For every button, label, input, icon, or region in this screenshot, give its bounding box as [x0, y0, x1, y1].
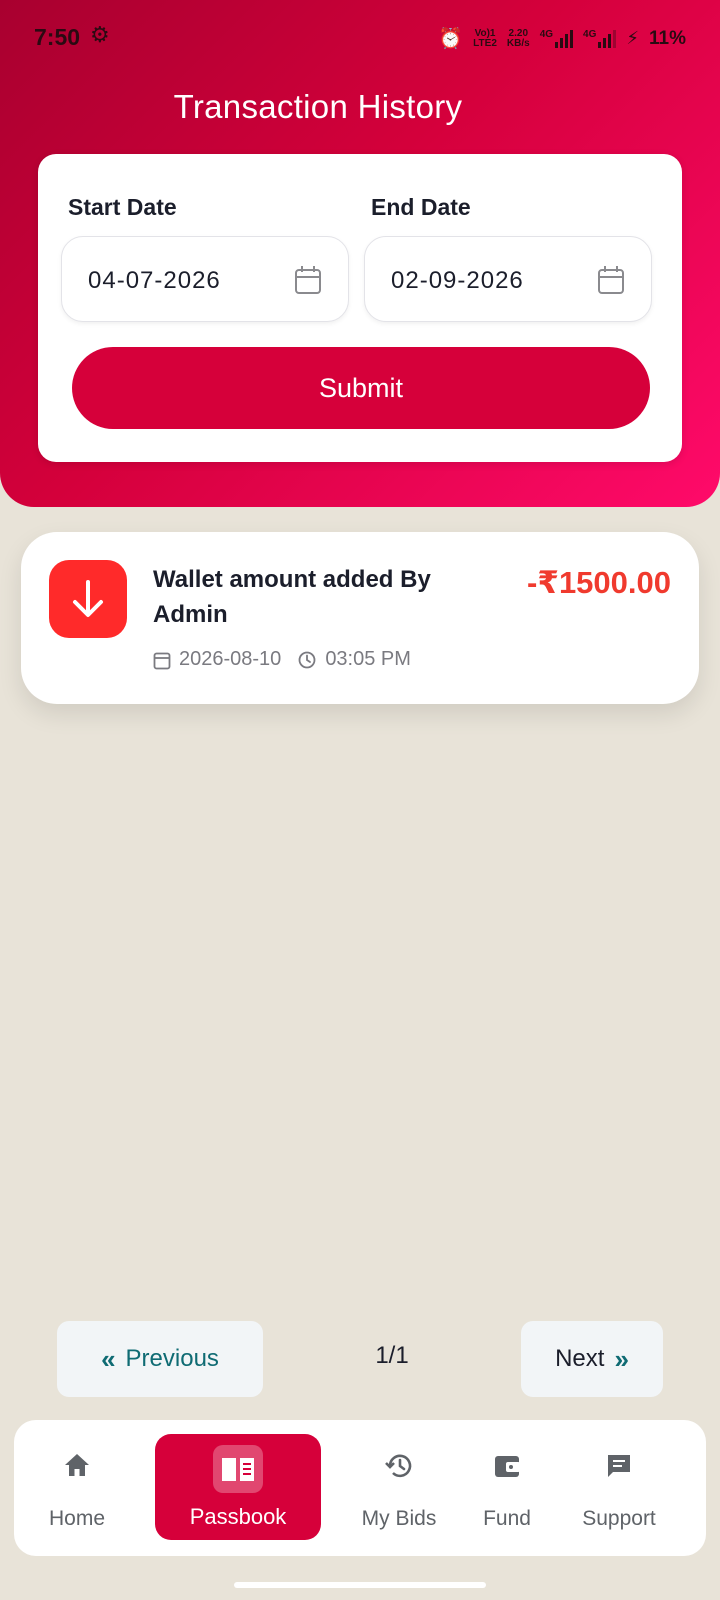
end-date-value: 02-09-2026: [391, 267, 524, 294]
next-button[interactable]: Next »: [521, 1321, 663, 1397]
double-chevron-left-icon: «: [101, 1343, 116, 1374]
transaction-card[interactable]: Wallet amount added By Admin -₹1500.00 2…: [21, 532, 699, 704]
status-indicators: ⏰ Vo)1 LTE2 2.20 KB/s 4G 4G ⚡ 11%: [438, 26, 686, 51]
transaction-meta: 2026-08-10 03:05 PM: [153, 648, 411, 671]
page-title: Transaction History: [173, 88, 463, 125]
network-speed: 2.20 KB/s: [506, 27, 530, 49]
end-date-label: End Date: [371, 194, 471, 220]
previous-label: Previous: [125, 1345, 219, 1372]
wallet-icon: [495, 1456, 520, 1477]
alarm-icon: ⏰: [438, 28, 464, 50]
settings-gear-icon: ⚙: [90, 22, 110, 47]
submit-button[interactable]: Submit: [72, 347, 650, 429]
calendar-small-icon: [153, 652, 171, 669]
signal-bars-icon: [598, 29, 617, 48]
start-date-value: 04-07-2026: [88, 267, 221, 294]
signal-bars-icon: [555, 29, 574, 48]
battery-charging-icon: ⚡: [626, 28, 640, 48]
battery-level: 11%: [649, 27, 686, 49]
nav-label-passbook: Passbook: [189, 1504, 287, 1529]
network-type-bottom: LTE2: [473, 37, 497, 49]
signal-sim2: 4G: [583, 28, 617, 48]
page-indicator: 1/1: [375, 1342, 409, 1369]
sim2-label: 4G: [583, 28, 597, 40]
calendar-icon: [295, 266, 321, 294]
sim1-label: 4G: [539, 28, 554, 40]
nav-item-my-bids[interactable]: My Bids: [346, 1420, 452, 1556]
nav-label-my-bids: My Bids: [361, 1507, 437, 1530]
nav-item-passbook[interactable]: Passbook: [155, 1434, 321, 1540]
start-date-field[interactable]: 04-07-2026: [61, 236, 349, 322]
history-icon: [385, 1454, 412, 1478]
nav-item-home[interactable]: Home: [24, 1420, 130, 1556]
network-type: Vo)1 LTE2: [473, 27, 497, 49]
double-chevron-right-icon: »: [614, 1343, 629, 1374]
nav-item-support[interactable]: Support: [564, 1420, 674, 1556]
status-time: 7:50: [34, 24, 81, 50]
book-icon: [213, 1445, 263, 1493]
arrow-down-icon: [49, 560, 127, 638]
clock-icon: [298, 651, 316, 668]
home-indicator[interactable]: [234, 1582, 486, 1588]
bottom-navigation: Home Passbook My Bids Fund Support: [14, 1420, 706, 1556]
chat-icon: [608, 1455, 630, 1477]
date-filter-card: Start Date End Date 04-07-2026 02-09-202…: [38, 154, 682, 462]
status-bar: 7:50 ⚙ ⏰ Vo)1 LTE2 2.20 KB/s 4G 4G ⚡ 11%: [0, 0, 720, 76]
network-speed-value: 2.20: [508, 27, 529, 39]
nav-label-support: Support: [582, 1507, 656, 1530]
start-date-label: Start Date: [68, 194, 177, 220]
nav-label-fund: Fund: [483, 1507, 531, 1530]
previous-button[interactable]: « Previous: [57, 1321, 263, 1397]
transaction-title: Wallet amount added By Admin: [153, 566, 431, 628]
transaction-amount: -₹1500.00: [527, 565, 671, 600]
next-label: Next: [555, 1345, 605, 1372]
signal-sim1: 4G: [539, 28, 574, 48]
transaction-date: 2026-08-10: [179, 648, 282, 670]
nav-item-fund[interactable]: Fund: [462, 1420, 552, 1556]
network-type-top: Vo)1: [474, 27, 496, 39]
home-icon: [65, 1454, 89, 1476]
nav-label-home: Home: [48, 1507, 106, 1530]
end-date-field[interactable]: 02-09-2026: [364, 236, 652, 322]
transaction-time: 03:05 PM: [325, 648, 411, 670]
network-speed-unit: KB/s: [506, 37, 530, 49]
calendar-icon: [598, 266, 624, 294]
